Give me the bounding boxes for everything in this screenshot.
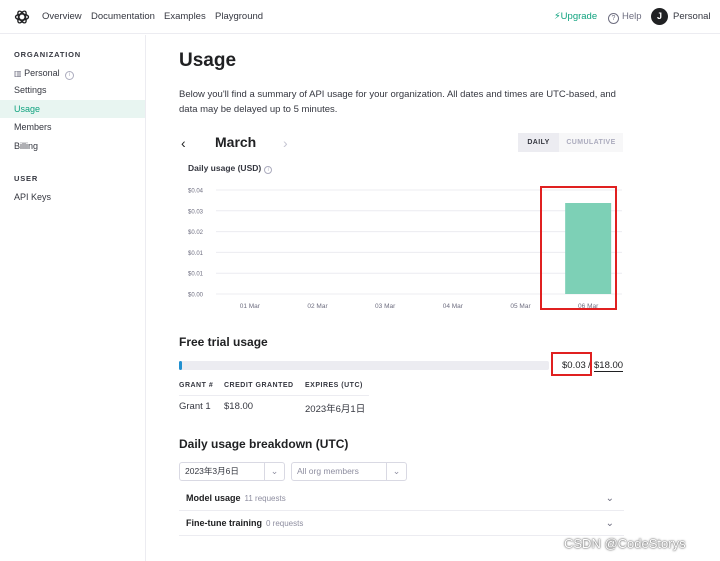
page-title: Usage	[179, 50, 237, 71]
sidebar-item-billing[interactable]: Billing	[0, 137, 145, 155]
credit-cell: $18.00	[224, 401, 254, 412]
chart-title-text: Daily usage (USD)	[188, 163, 262, 173]
fine-tune-accordion[interactable]: Fine-tune training 0 requests ⌄	[179, 511, 624, 536]
model-usage-accordion[interactable]: Model usage 11 requests ⌄	[179, 486, 624, 511]
month-label: March	[215, 134, 257, 150]
next-month-button[interactable]: ›	[283, 135, 288, 151]
chevron-down-icon: ⌄	[264, 463, 284, 480]
info-icon[interactable]: i	[264, 166, 273, 174]
free-trial-progress-fill	[179, 361, 182, 370]
y-tick-label: $0.01	[188, 251, 204, 257]
y-tick-label: $0.04	[188, 189, 204, 195]
y-tick-label: $0.00	[188, 293, 204, 299]
sidebar-heading-user: USER	[14, 174, 39, 183]
nav-documentation[interactable]: Documentation	[91, 11, 155, 22]
help-button[interactable]: ? Help	[608, 11, 642, 24]
nav-overview[interactable]: Overview	[42, 11, 82, 22]
previous-month-button[interactable]: ‹	[181, 135, 186, 151]
highlight-box	[551, 352, 592, 376]
highlight-box	[540, 186, 617, 310]
org-name: Personal	[24, 68, 60, 78]
chevron-down-icon: ⌄	[386, 463, 406, 480]
chart-title: Daily usage (USD) i	[188, 163, 273, 174]
members-select[interactable]: All org members ⌄	[291, 462, 407, 481]
account-menu[interactable]: Personal	[673, 11, 711, 22]
column-header-expires: EXPIRES (UTC)	[305, 382, 363, 389]
accordion-label: Model usage	[186, 493, 241, 503]
sidebar-item-settings[interactable]: Settings	[0, 81, 145, 99]
sidebar-item-members[interactable]: Members	[0, 118, 145, 136]
sidebar-item-org-switcher[interactable]: ▥ Personal i	[0, 64, 145, 82]
column-header-credit: CREDIT GRANTED	[224, 382, 294, 389]
x-tick-label: 05 Mar	[510, 303, 531, 310]
page-intro: Below you'll find a summary of API usage…	[179, 89, 616, 115]
date-select[interactable]: 2023年3月6日 ⌄	[179, 462, 285, 481]
sidebar: ORGANIZATION ▥ Personal i Settings Usage…	[0, 35, 146, 561]
sidebar-item-api-keys[interactable]: API Keys	[0, 188, 145, 206]
openai-logo-icon[interactable]	[14, 9, 30, 25]
x-tick-label: 02 Mar	[307, 303, 328, 310]
building-icon: ▥	[14, 69, 22, 78]
x-tick-label: 03 Mar	[375, 303, 396, 310]
expires-cell: 2023年6月1日	[305, 404, 366, 415]
members-placeholder: All org members	[297, 466, 359, 476]
accordion-count: 11 requests	[244, 494, 286, 503]
free-trial-heading: Free trial usage	[179, 335, 268, 349]
accordion-label: Fine-tune training	[186, 518, 262, 528]
nav-playground[interactable]: Playground	[215, 11, 263, 22]
watermark: CSDN @CodeStorys	[564, 536, 686, 551]
y-tick-label: $0.02	[188, 230, 204, 236]
amount-total: $18.00	[594, 360, 624, 372]
y-tick-label: $0.01	[188, 272, 204, 278]
info-icon: i	[65, 71, 75, 80]
avatar[interactable]: J	[651, 8, 668, 25]
upgrade-button[interactable]: ⚡Upgrade	[554, 11, 597, 22]
x-tick-label: 04 Mar	[443, 303, 464, 310]
date-value: 2023年3月6日	[185, 466, 239, 476]
free-trial-progress-track	[179, 361, 549, 370]
help-icon: ?	[608, 13, 619, 24]
nav-examples[interactable]: Examples	[164, 11, 206, 22]
top-nav: Overview Documentation Examples Playgrou…	[0, 0, 720, 34]
sidebar-item-usage[interactable]: Usage	[0, 100, 145, 118]
help-label: Help	[622, 11, 642, 22]
lightning-icon: ⚡	[554, 11, 561, 22]
toggle-cumulative[interactable]: CUMULATIVE	[559, 133, 623, 152]
column-header-grant: GRANT #	[179, 382, 214, 389]
upgrade-label: Upgrade	[560, 11, 598, 22]
sidebar-heading-organization: ORGANIZATION	[14, 50, 81, 59]
y-tick-label: $0.03	[188, 209, 204, 215]
grant-cell: Grant 1	[179, 401, 211, 412]
accordion-count: 0 requests	[266, 519, 304, 528]
breakdown-heading: Daily usage breakdown (UTC)	[179, 437, 349, 451]
chevron-down-icon: ⌄	[605, 493, 614, 504]
table-divider	[179, 395, 369, 396]
x-tick-label: 01 Mar	[240, 303, 261, 310]
toggle-daily[interactable]: DAILY	[518, 133, 559, 152]
chevron-down-icon: ⌄	[605, 518, 614, 529]
